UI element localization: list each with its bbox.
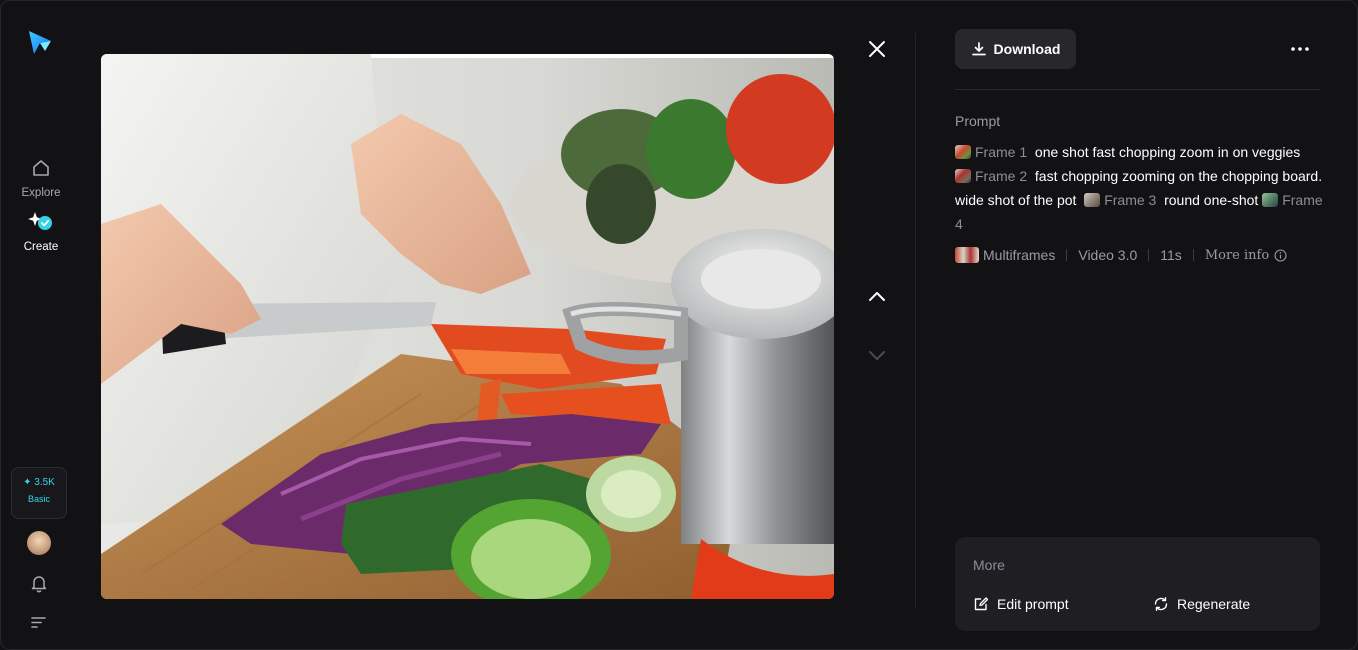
edit-icon bbox=[974, 597, 989, 611]
frame-thumbnail bbox=[1262, 193, 1279, 207]
download-button[interactable]: Download bbox=[955, 29, 1076, 69]
create-icon bbox=[28, 212, 52, 230]
sidebar: Explore Create ✦ 3.5K Basic bbox=[1, 1, 81, 649]
menu-icon[interactable] bbox=[31, 615, 47, 629]
frame-thumbnail bbox=[955, 145, 971, 159]
sidebar-item-explore[interactable]: Explore bbox=[1, 158, 81, 199]
edit-prompt-label: Edit prompt bbox=[997, 596, 1069, 612]
download-label: Download bbox=[993, 41, 1061, 57]
prompt-label: Prompt bbox=[955, 113, 1001, 129]
header-divider bbox=[955, 89, 1320, 90]
home-icon bbox=[33, 160, 49, 176]
avatar[interactable] bbox=[27, 531, 51, 555]
more-title: More bbox=[973, 557, 1005, 573]
meta-separator bbox=[1148, 249, 1150, 261]
bell-icon[interactable] bbox=[29, 573, 49, 593]
regenerate-icon bbox=[1154, 597, 1168, 611]
mode-label: Multiframes bbox=[983, 247, 1056, 263]
frame-tag: Frame 1 bbox=[975, 144, 1028, 160]
plan-tier: Basic bbox=[27, 494, 50, 504]
frame-thumbnail bbox=[955, 169, 971, 183]
video-frame-image bbox=[101, 54, 834, 599]
download-icon bbox=[971, 42, 986, 56]
more-actions-card: More Edit prompt Regenerate bbox=[955, 537, 1320, 631]
multiframes-thumbnail bbox=[955, 247, 979, 263]
app-logo-icon[interactable] bbox=[25, 27, 55, 57]
generated-video-preview[interactable] bbox=[101, 54, 834, 599]
more-info-label: More info bbox=[1204, 247, 1270, 263]
frame-thumbnail bbox=[1084, 193, 1101, 207]
meta-separator bbox=[1066, 249, 1068, 261]
close-icon[interactable] bbox=[866, 38, 888, 60]
more-info-link[interactable]: More info bbox=[1205, 248, 1287, 263]
regenerate-button[interactable]: Regenerate bbox=[1153, 596, 1250, 612]
frame-tag: Frame 3 bbox=[1104, 192, 1157, 208]
app-frame: Explore Create ✦ 3.5K Basic Download Pro… bbox=[0, 0, 1358, 650]
credits-badge[interactable]: ✦ 3.5K Basic bbox=[11, 467, 67, 519]
edit-prompt-button[interactable]: Edit prompt bbox=[973, 596, 1069, 612]
chevron-up-icon[interactable] bbox=[867, 287, 887, 307]
more-options-icon[interactable] bbox=[1289, 39, 1311, 59]
chevron-down-icon[interactable] bbox=[867, 345, 887, 365]
model-label: Video 3.0 bbox=[1078, 247, 1138, 263]
credits-amount: ✦ 3.5K bbox=[23, 477, 55, 488]
frame-tag: Frame 2 bbox=[975, 168, 1028, 184]
generation-meta: Multiframes Video 3.0 11s More info bbox=[955, 245, 1287, 265]
info-icon bbox=[1274, 248, 1287, 262]
sidebar-item-create[interactable]: Create bbox=[1, 210, 81, 253]
sidebar-item-label: Create bbox=[23, 241, 59, 253]
frame-prompt: one shot fast chopping zoom in on veggie… bbox=[1034, 144, 1301, 160]
regenerate-label: Regenerate bbox=[1177, 596, 1251, 612]
sidebar-item-label: Explore bbox=[21, 187, 61, 199]
meta-separator bbox=[1192, 249, 1194, 261]
duration-label: 11s bbox=[1160, 247, 1182, 263]
frame-prompt: round one-shot bbox=[1164, 192, 1259, 208]
panel-divider bbox=[915, 33, 916, 609]
prompt-text: Frame 1 one shot fast chopping zoom in o… bbox=[955, 140, 1323, 236]
